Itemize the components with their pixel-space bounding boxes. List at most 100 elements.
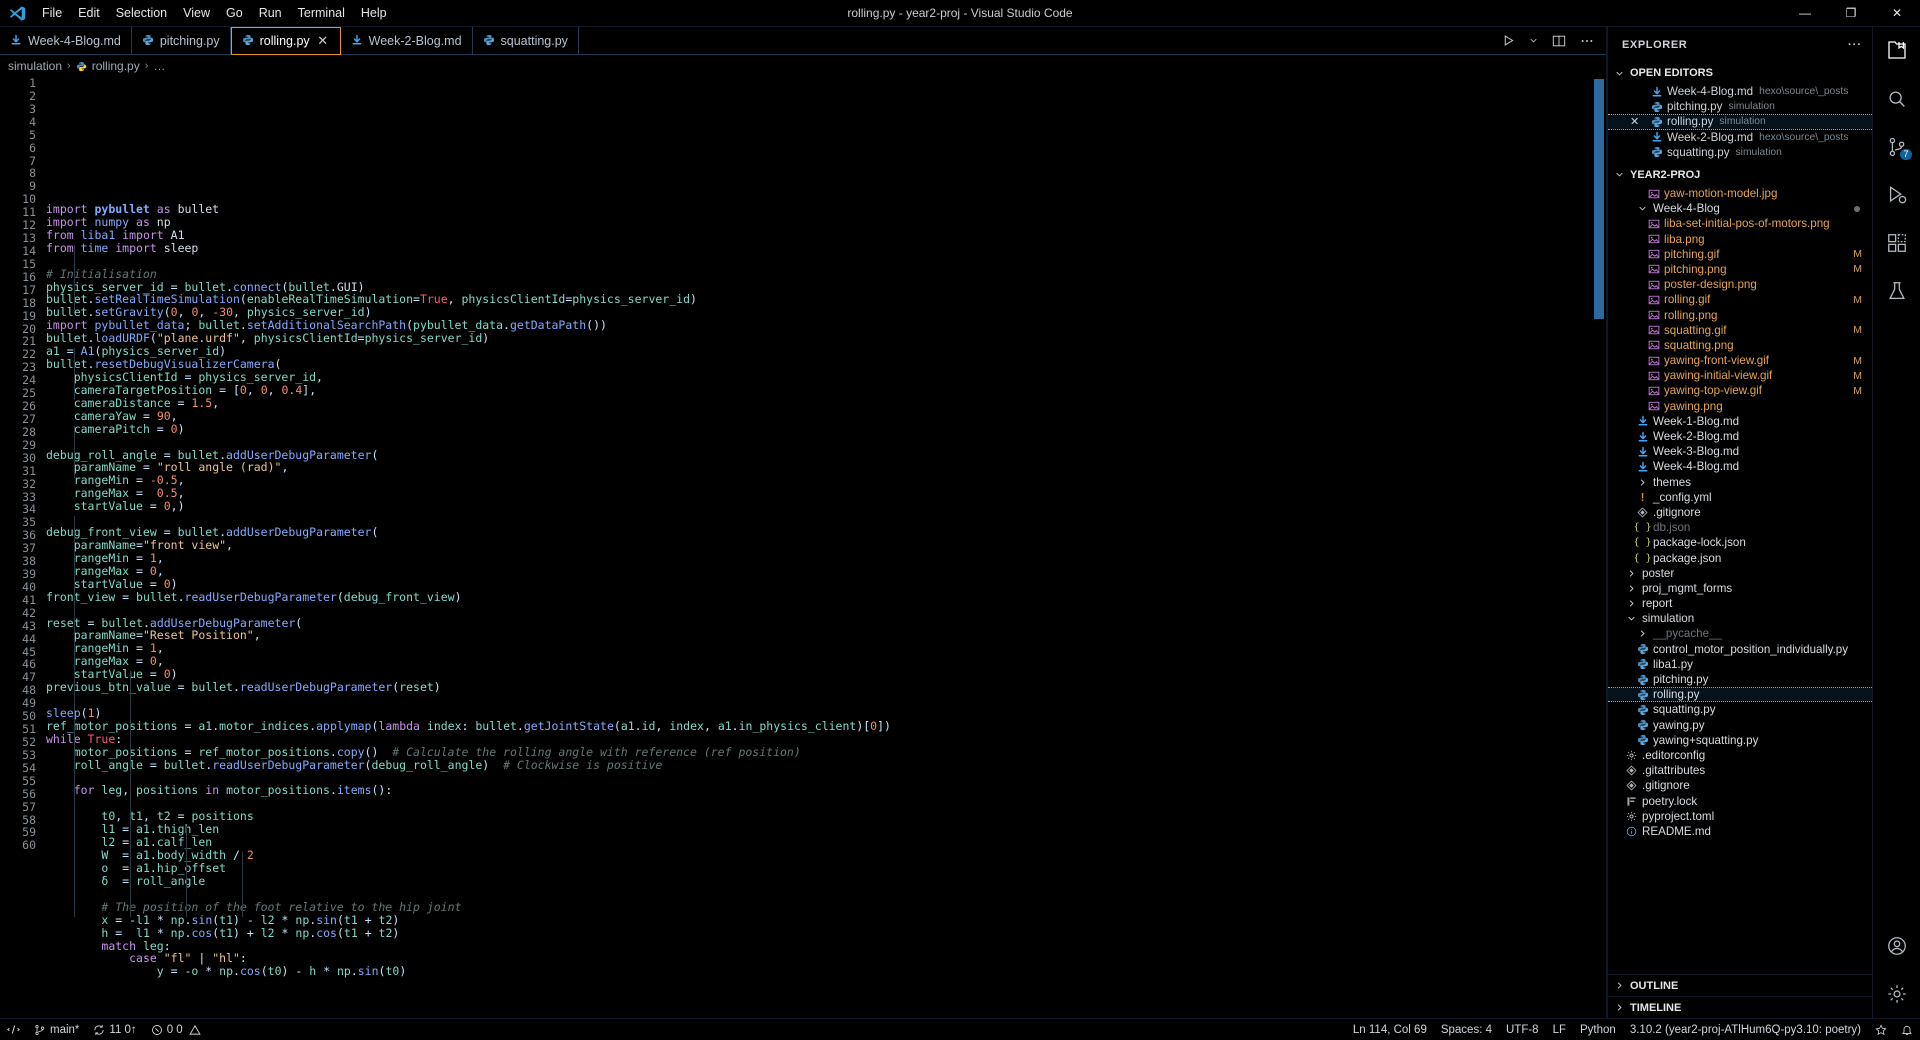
file-tree-item[interactable]: pitching.png M: [1608, 262, 1872, 277]
file-tree-item[interactable]: pitching.py: [1608, 672, 1872, 687]
status-remote-indicator[interactable]: [0, 1019, 27, 1040]
scrollbar-thumb[interactable]: [1594, 79, 1604, 319]
file-tree-item[interactable]: { } db.json: [1608, 520, 1872, 535]
file-tree-item[interactable]: yaw-motion-model.jpg: [1608, 186, 1872, 201]
outline-section-header[interactable]: OUTLINE: [1608, 974, 1872, 996]
testing-icon[interactable]: [1873, 267, 1920, 315]
file-tree-item[interactable]: control_motor_position_individually.py: [1608, 642, 1872, 657]
code-line[interactable]: [46, 255, 1606, 268]
menu-go[interactable]: Go: [218, 2, 251, 24]
status-sync[interactable]: 11 0↑: [86, 1019, 143, 1040]
settings-gear-icon[interactable]: [1873, 970, 1920, 1018]
editor-vertical-scrollbar[interactable]: [1592, 77, 1606, 1018]
breadcrumb-part-folder[interactable]: simulation: [8, 59, 62, 73]
minimize-button[interactable]: —: [1782, 0, 1828, 27]
code-line[interactable]: l1 = a1.thigh_len: [46, 823, 1606, 836]
code-line[interactable]: δ = roll_angle: [46, 874, 1606, 888]
code-line[interactable]: paramName = "roll angle (rad)",: [46, 461, 1606, 474]
source-control-icon[interactable]: 7: [1873, 123, 1920, 171]
tab-close-icon[interactable]: ✕: [316, 33, 330, 49]
status-bar-right[interactable]: Ln 114, Col 69 Spaces: 4 UTF-8 LF Python…: [1346, 1019, 1920, 1040]
file-tree-item[interactable]: proj_mgmt_forms: [1608, 581, 1872, 596]
file-tree-item[interactable]: rolling.png: [1608, 307, 1872, 322]
close-button[interactable]: ✕: [1874, 0, 1920, 27]
open-editors-list[interactable]: Week-4-Blog.md hexo\source\_posts pitching…: [1608, 84, 1872, 160]
status-indentation[interactable]: Spaces: 4: [1434, 1019, 1499, 1040]
code-line[interactable]: import pybullet as bullet: [46, 203, 1606, 216]
status-problems[interactable]: 0 0: [144, 1019, 208, 1040]
code-line[interactable]: from time import sleep: [46, 241, 1606, 255]
file-tree-item[interactable]: pyproject.toml: [1608, 809, 1872, 824]
activity-bar[interactable]: 7: [1872, 27, 1920, 1018]
file-tree-item[interactable]: yawing+squatting.py: [1608, 733, 1872, 748]
code-line[interactable]: rangeMax = 0,: [46, 655, 1606, 668]
status-cursor-position[interactable]: Ln 114, Col 69: [1346, 1019, 1434, 1040]
editor-tab-week-2-blog-md[interactable]: Week-2-Blog.md: [341, 27, 473, 55]
menu-run[interactable]: Run: [251, 2, 290, 24]
file-tree-item[interactable]: yawing-front-view.gif M: [1608, 353, 1872, 368]
maximize-button[interactable]: ❐: [1828, 0, 1874, 27]
status-feedback-icon[interactable]: [1868, 1019, 1894, 1040]
menu-edit[interactable]: Edit: [70, 2, 108, 24]
file-tree-item[interactable]: .gitignore: [1608, 505, 1872, 520]
code-line[interactable]: paramName="Reset Position",: [46, 629, 1606, 642]
file-tree-item[interactable]: poetry.lock: [1608, 793, 1872, 808]
code-line[interactable]: [46, 694, 1606, 707]
file-tree-item[interactable]: rolling.py: [1608, 687, 1872, 703]
code-line[interactable]: startValue = 0,): [46, 500, 1606, 513]
code-line[interactable]: y = -o * np.cos(t0) - h * np.sin(t0): [46, 965, 1606, 978]
explorer-more-icon[interactable]: ···: [1848, 39, 1862, 51]
code-line[interactable]: cameraYaw = 90,: [46, 409, 1606, 423]
code-line[interactable]: front_view = bullet.readUserDebugParamet…: [46, 590, 1606, 604]
file-tree-item[interactable]: yawing.py: [1608, 718, 1872, 733]
editor-tab-week-4-blog-md[interactable]: Week-4-Blog.md: [0, 27, 132, 55]
window-controls[interactable]: — ❐ ✕: [1782, 0, 1920, 27]
code-line[interactable]: h = l1 * np.cos(t1) + l2 * np.cos(t1 + t…: [46, 926, 1606, 940]
open-editor-item[interactable]: Week-4-Blog.md hexo\source\_posts: [1608, 84, 1872, 99]
search-icon[interactable]: [1873, 75, 1920, 123]
file-tree-item[interactable]: .editorconfig: [1608, 748, 1872, 763]
code-line[interactable]: cameraDistance = 1.5,: [46, 396, 1606, 410]
file-tree-item[interactable]: Week-2-Blog.md: [1608, 429, 1872, 444]
menu-view[interactable]: View: [175, 2, 218, 24]
file-tree-item[interactable]: poster: [1608, 566, 1872, 581]
code-line[interactable]: reset = bullet.addUserDebugParameter(: [46, 616, 1606, 630]
activity-bar-bottom[interactable]: [1873, 922, 1920, 1018]
open-editor-item[interactable]: squatting.py simulation: [1608, 145, 1872, 160]
menu-selection[interactable]: Selection: [108, 2, 175, 24]
file-tree-item[interactable]: README.md: [1608, 824, 1872, 839]
file-tree-item[interactable]: poster-design.png: [1608, 277, 1872, 292]
file-tree-item[interactable]: rolling.gif M: [1608, 292, 1872, 307]
editor-tab-pitching-py[interactable]: pitching.py: [132, 27, 231, 55]
menu-help[interactable]: Help: [353, 2, 395, 24]
accounts-icon[interactable]: [1873, 922, 1920, 970]
timeline-section-header[interactable]: TIMELINE: [1608, 996, 1872, 1018]
code-line[interactable]: bullet.loadURDF("plane.urdf", physicsCli…: [46, 332, 1606, 345]
code-line[interactable]: cameraPitch = 0): [46, 422, 1606, 436]
code-content[interactable]: import pybullet as bullet import numpy as…: [46, 77, 1606, 1018]
editor-tab-squatting-py[interactable]: squatting.py: [473, 27, 579, 55]
run-and-debug-icon[interactable]: [1873, 171, 1920, 219]
file-tree-item[interactable]: themes: [1608, 475, 1872, 490]
explorer-icon[interactable]: [1873, 27, 1920, 75]
file-tree-item[interactable]: yawing-initial-view.gif M: [1608, 368, 1872, 383]
menu-terminal[interactable]: Terminal: [290, 2, 353, 24]
code-line[interactable]: from liba1 import A1: [46, 228, 1606, 242]
chevron-down-icon[interactable]: [1529, 36, 1538, 45]
code-line[interactable]: match leg:: [46, 939, 1606, 953]
code-line[interactable]: roll_angle = bullet.readUserDebugParamet…: [46, 758, 1606, 772]
run-python-file-icon[interactable]: [1502, 34, 1515, 47]
project-section-header[interactable]: YEAR2-PROJ: [1608, 164, 1872, 186]
status-notifications-bell-icon[interactable]: [1894, 1019, 1920, 1040]
file-tree-item[interactable]: __pycache__: [1608, 626, 1872, 641]
status-branch[interactable]: main*: [27, 1019, 86, 1040]
file-tree-item[interactable]: yawing.png: [1608, 399, 1872, 414]
code-line[interactable]: l2 = a1.calf_len: [46, 836, 1606, 849]
split-editor-icon[interactable]: [1552, 34, 1566, 48]
file-tree-item[interactable]: .gitattributes: [1608, 763, 1872, 778]
breadcrumb[interactable]: simulation › rolling.py › …: [0, 55, 1606, 77]
file-tree-item[interactable]: { } package.json: [1608, 550, 1872, 565]
file-tree-item[interactable]: squatting.gif M: [1608, 323, 1872, 338]
code-line[interactable]: cameraTargetPosition = [0, 0, 0.4],: [46, 383, 1606, 397]
code-line[interactable]: ref_motor_positions = a1.motor_indices.a…: [46, 719, 1606, 733]
